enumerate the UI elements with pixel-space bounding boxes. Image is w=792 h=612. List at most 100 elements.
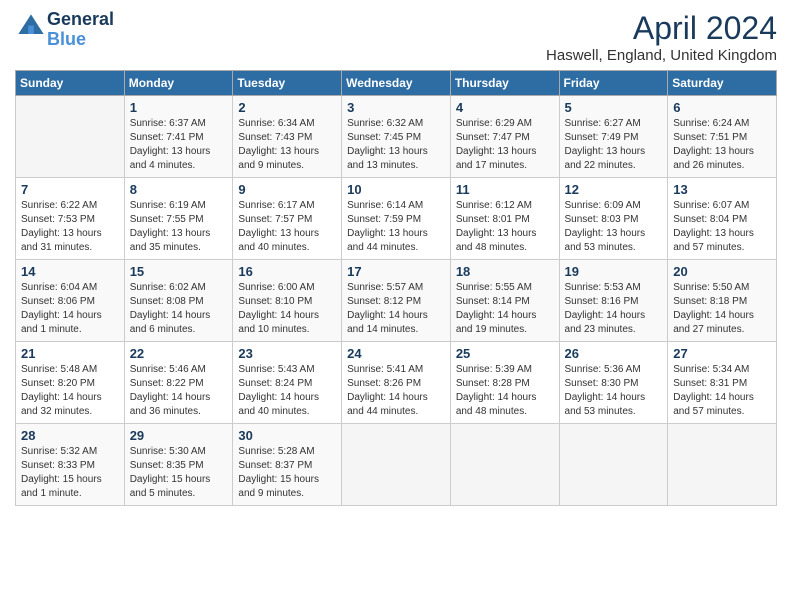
day-number: 16 bbox=[238, 264, 336, 279]
day-info: Sunrise: 6:32 AM Sunset: 7:45 PM Dayligh… bbox=[347, 117, 445, 173]
calendar-cell: 1 Sunrise: 6:37 AM Sunset: 7:41 PM Daylig… bbox=[124, 96, 233, 178]
day-info: Sunrise: 5:34 AM Sunset: 8:31 PM Dayligh… bbox=[673, 363, 771, 419]
day-info: Sunrise: 5:32 AM Sunset: 8:33 PM Dayligh… bbox=[21, 445, 119, 501]
day-info: Sunrise: 5:36 AM Sunset: 8:30 PM Dayligh… bbox=[565, 363, 663, 419]
day-info: Sunrise: 5:28 AM Sunset: 8:37 PM Dayligh… bbox=[238, 445, 336, 501]
day-info: Sunrise: 6:27 AM Sunset: 7:49 PM Dayligh… bbox=[565, 117, 663, 173]
day-number: 20 bbox=[673, 264, 771, 279]
calendar-cell: 8 Sunrise: 6:19 AM Sunset: 7:55 PM Daylig… bbox=[124, 178, 233, 260]
calendar-cell: 9 Sunrise: 6:17 AM Sunset: 7:57 PM Daylig… bbox=[233, 178, 342, 260]
day-number: 25 bbox=[456, 346, 554, 361]
day-number: 22 bbox=[130, 346, 228, 361]
calendar-cell bbox=[16, 96, 125, 178]
page-header: General Blue April 2024 Haswell, England… bbox=[15, 10, 777, 64]
day-info: Sunrise: 5:39 AM Sunset: 8:28 PM Dayligh… bbox=[456, 363, 554, 419]
day-info: Sunrise: 6:07 AM Sunset: 8:04 PM Dayligh… bbox=[673, 199, 771, 255]
day-info: Sunrise: 6:04 AM Sunset: 8:06 PM Dayligh… bbox=[21, 281, 119, 337]
calendar-cell bbox=[668, 424, 777, 506]
weekday-header-monday: Monday bbox=[124, 71, 233, 96]
calendar-cell: 17 Sunrise: 5:57 AM Sunset: 8:12 PM Dayli… bbox=[342, 260, 451, 342]
day-number: 21 bbox=[21, 346, 119, 361]
day-number: 30 bbox=[238, 428, 336, 443]
calendar-cell: 20 Sunrise: 5:50 AM Sunset: 8:18 PM Dayli… bbox=[668, 260, 777, 342]
calendar-cell: 10Sunrise: 6:14 AM Sunset: 7:59 PM Dayli… bbox=[342, 178, 451, 260]
calendar-cell: 16 Sunrise: 6:00 AM Sunset: 8:10 PM Dayli… bbox=[233, 260, 342, 342]
day-number: 14 bbox=[21, 264, 119, 279]
calendar-week-row: 28Sunrise: 5:32 AM Sunset: 8:33 PM Dayli… bbox=[16, 424, 777, 506]
day-info: Sunrise: 5:50 AM Sunset: 8:18 PM Dayligh… bbox=[673, 281, 771, 337]
day-number: 8 bbox=[130, 182, 228, 197]
location-subtitle: Haswell, England, United Kingdom bbox=[546, 47, 777, 64]
day-info: Sunrise: 6:14 AM Sunset: 7:59 PM Dayligh… bbox=[347, 199, 445, 255]
day-info: Sunrise: 6:00 AM Sunset: 8:10 PM Dayligh… bbox=[238, 281, 336, 337]
weekday-header-wednesday: Wednesday bbox=[342, 71, 451, 96]
calendar-cell: 5Sunrise: 6:27 AM Sunset: 7:49 PM Daylig… bbox=[559, 96, 668, 178]
calendar-cell: 13 Sunrise: 6:07 AM Sunset: 8:04 PM Dayli… bbox=[668, 178, 777, 260]
day-number: 4 bbox=[456, 100, 554, 115]
calendar-cell: 25 Sunrise: 5:39 AM Sunset: 8:28 PM Dayli… bbox=[450, 342, 559, 424]
day-number: 27 bbox=[673, 346, 771, 361]
day-info: Sunrise: 6:34 AM Sunset: 7:43 PM Dayligh… bbox=[238, 117, 336, 173]
day-number: 1 bbox=[130, 100, 228, 115]
weekday-header-friday: Friday bbox=[559, 71, 668, 96]
logo-text: General Blue bbox=[47, 10, 114, 50]
calendar-cell: 23Sunrise: 5:43 AM Sunset: 8:24 PM Dayli… bbox=[233, 342, 342, 424]
calendar-cell: 29 Sunrise: 5:30 AM Sunset: 8:35 PM Dayli… bbox=[124, 424, 233, 506]
weekday-header-sunday: Sunday bbox=[16, 71, 125, 96]
day-info: Sunrise: 6:17 AM Sunset: 7:57 PM Dayligh… bbox=[238, 199, 336, 255]
day-number: 17 bbox=[347, 264, 445, 279]
day-info: Sunrise: 5:53 AM Sunset: 8:16 PM Dayligh… bbox=[565, 281, 663, 337]
day-number: 29 bbox=[130, 428, 228, 443]
calendar-cell bbox=[559, 424, 668, 506]
logo-icon bbox=[17, 13, 45, 41]
day-info: Sunrise: 6:12 AM Sunset: 8:01 PM Dayligh… bbox=[456, 199, 554, 255]
day-info: Sunrise: 5:57 AM Sunset: 8:12 PM Dayligh… bbox=[347, 281, 445, 337]
day-number: 26 bbox=[565, 346, 663, 361]
calendar-cell: 4 Sunrise: 6:29 AM Sunset: 7:47 PM Daylig… bbox=[450, 96, 559, 178]
day-info: Sunrise: 6:02 AM Sunset: 8:08 PM Dayligh… bbox=[130, 281, 228, 337]
calendar-cell bbox=[342, 424, 451, 506]
day-number: 13 bbox=[673, 182, 771, 197]
day-info: Sunrise: 6:37 AM Sunset: 7:41 PM Dayligh… bbox=[130, 117, 228, 173]
calendar-cell: 11 Sunrise: 6:12 AM Sunset: 8:01 PM Dayli… bbox=[450, 178, 559, 260]
day-info: Sunrise: 6:24 AM Sunset: 7:51 PM Dayligh… bbox=[673, 117, 771, 173]
day-info: Sunrise: 6:29 AM Sunset: 7:47 PM Dayligh… bbox=[456, 117, 554, 173]
logo: General Blue bbox=[15, 10, 114, 50]
day-info: Sunrise: 5:43 AM Sunset: 8:24 PM Dayligh… bbox=[238, 363, 336, 419]
calendar-cell: 3 Sunrise: 6:32 AM Sunset: 7:45 PM Daylig… bbox=[342, 96, 451, 178]
calendar-week-row: 21Sunrise: 5:48 AM Sunset: 8:20 PM Dayli… bbox=[16, 342, 777, 424]
calendar-cell: 6Sunrise: 6:24 AM Sunset: 7:51 PM Daylig… bbox=[668, 96, 777, 178]
calendar-cell: 27 Sunrise: 5:34 AM Sunset: 8:31 PM Dayli… bbox=[668, 342, 777, 424]
day-info: Sunrise: 5:41 AM Sunset: 8:26 PM Dayligh… bbox=[347, 363, 445, 419]
calendar-cell: 21Sunrise: 5:48 AM Sunset: 8:20 PM Dayli… bbox=[16, 342, 125, 424]
day-number: 15 bbox=[130, 264, 228, 279]
day-info: Sunrise: 5:46 AM Sunset: 8:22 PM Dayligh… bbox=[130, 363, 228, 419]
title-block: April 2024 Haswell, England, United King… bbox=[546, 10, 777, 64]
calendar-cell: 28Sunrise: 5:32 AM Sunset: 8:33 PM Dayli… bbox=[16, 424, 125, 506]
day-number: 9 bbox=[238, 182, 336, 197]
weekday-header-saturday: Saturday bbox=[668, 71, 777, 96]
calendar-cell: 18Sunrise: 5:55 AM Sunset: 8:14 PM Dayli… bbox=[450, 260, 559, 342]
calendar-cell: 26 Sunrise: 5:36 AM Sunset: 8:30 PM Dayli… bbox=[559, 342, 668, 424]
weekday-header-thursday: Thursday bbox=[450, 71, 559, 96]
calendar-cell: 22 Sunrise: 5:46 AM Sunset: 8:22 PM Dayli… bbox=[124, 342, 233, 424]
day-number: 2 bbox=[238, 100, 336, 115]
calendar-cell: 24 Sunrise: 5:41 AM Sunset: 8:26 PM Dayli… bbox=[342, 342, 451, 424]
calendar-week-row: 1 Sunrise: 6:37 AM Sunset: 7:41 PM Daylig… bbox=[16, 96, 777, 178]
day-info: Sunrise: 5:30 AM Sunset: 8:35 PM Dayligh… bbox=[130, 445, 228, 501]
day-info: Sunrise: 5:55 AM Sunset: 8:14 PM Dayligh… bbox=[456, 281, 554, 337]
calendar-cell: 30 Sunrise: 5:28 AM Sunset: 8:37 PM Dayli… bbox=[233, 424, 342, 506]
calendar-cell bbox=[450, 424, 559, 506]
calendar-cell: 15 Sunrise: 6:02 AM Sunset: 8:08 PM Dayli… bbox=[124, 260, 233, 342]
day-number: 19 bbox=[565, 264, 663, 279]
day-number: 7 bbox=[21, 182, 119, 197]
calendar-table: SundayMondayTuesdayWednesdayThursdayFrid… bbox=[15, 70, 777, 506]
calendar-cell: 7Sunrise: 6:22 AM Sunset: 7:53 PM Daylig… bbox=[16, 178, 125, 260]
calendar-week-row: 14 Sunrise: 6:04 AM Sunset: 8:06 PM Dayli… bbox=[16, 260, 777, 342]
day-number: 24 bbox=[347, 346, 445, 361]
calendar-cell: 19 Sunrise: 5:53 AM Sunset: 8:16 PM Dayli… bbox=[559, 260, 668, 342]
weekday-header-tuesday: Tuesday bbox=[233, 71, 342, 96]
day-info: Sunrise: 6:19 AM Sunset: 7:55 PM Dayligh… bbox=[130, 199, 228, 255]
day-number: 11 bbox=[456, 182, 554, 197]
day-number: 3 bbox=[347, 100, 445, 115]
